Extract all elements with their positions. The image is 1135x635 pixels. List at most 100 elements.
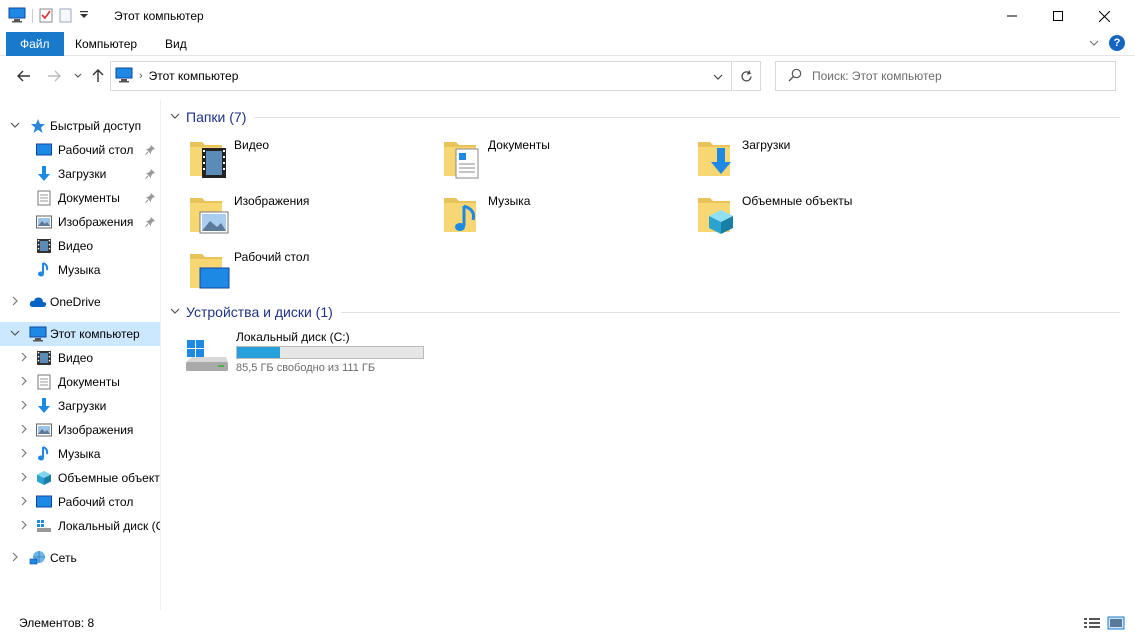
chevron-down-icon[interactable]	[170, 112, 184, 123]
group-header-devices[interactable]: Устройства и диски (1)	[170, 302, 1120, 322]
sidebar-item-videos[interactable]: Видео	[0, 234, 160, 258]
navigation-bar: › Этот компьютер Поиск: Этот компьютер	[0, 56, 1135, 96]
folder-tile-3d-objects[interactable]: Объемные объекты	[696, 192, 946, 242]
sidebar-item-quick-access[interactable]: Быстрый доступ	[0, 114, 160, 138]
back-button[interactable]	[14, 66, 34, 86]
folder-desktop-icon	[190, 254, 230, 289]
folder-label: Музыка	[488, 194, 531, 208]
sidebar-item-downloads[interactable]: Загрузки	[0, 162, 160, 186]
properties-icon[interactable]	[39, 7, 53, 26]
help-icon[interactable]: ?	[1109, 35, 1125, 51]
chevron-right-icon[interactable]	[18, 472, 30, 485]
quick-access-toolbar	[8, 6, 89, 26]
address-bar[interactable]: › Этот компьютер	[110, 61, 732, 91]
folder-tile-documents[interactable]: Документы	[442, 136, 692, 186]
large-icons-view-icon[interactable]	[1107, 616, 1125, 633]
sidebar-item-music[interactable]: Музыка	[0, 258, 160, 282]
sidebar-item-label: Загрузки	[58, 167, 107, 181]
folder-tile-music[interactable]: Музыка	[442, 192, 692, 242]
computer-icon[interactable]	[8, 7, 26, 26]
folder-tile-desktop[interactable]: Рабочий стол	[188, 248, 438, 298]
folder-3d-objects-icon	[698, 198, 733, 234]
sidebar-item-pc-desktop[interactable]: Рабочий стол	[0, 490, 160, 514]
search-input[interactable]: Поиск: Этот компьютер	[812, 69, 942, 83]
refresh-button[interactable]	[733, 61, 761, 91]
sidebar-item-onedrive[interactable]: OneDrive	[0, 290, 160, 314]
sidebar-item-documents[interactable]: Документы	[0, 186, 160, 210]
sidebar-item-label: Документы	[58, 191, 120, 205]
sidebar-item-network[interactable]: Сеть	[0, 546, 160, 570]
chevron-right-icon[interactable]	[18, 496, 30, 509]
folder-music-icon	[444, 198, 476, 232]
sidebar-item-pc-music[interactable]: Музыка	[0, 442, 160, 466]
details-view-icon[interactable]	[1083, 616, 1101, 633]
chevron-down-icon[interactable]	[9, 121, 21, 132]
sidebar-item-label: Документы	[58, 375, 120, 389]
folder-tile-pictures[interactable]: Изображения	[188, 192, 438, 242]
chevron-right-icon[interactable]	[18, 376, 30, 389]
divider	[254, 116, 1120, 118]
folder-tile-videos[interactable]: Видео	[188, 136, 438, 186]
group-header-folders[interactable]: Папки (7)	[170, 107, 1120, 127]
expand-ribbon-icon[interactable]	[1089, 36, 1099, 50]
tab-computer[interactable]: Компьютер	[61, 32, 151, 56]
forward-button[interactable]	[44, 66, 64, 86]
chevron-right-icon[interactable]	[18, 352, 30, 365]
chevron-right-icon[interactable]	[18, 424, 30, 437]
breadcrumb[interactable]: Этот компьютер	[149, 69, 239, 83]
computer-icon	[29, 325, 47, 343]
sidebar-item-label: OneDrive	[50, 295, 101, 309]
pin-icon[interactable]	[145, 144, 155, 158]
sidebar-item-label: Быстрый доступ	[50, 119, 142, 133]
sidebar-item-desktop[interactable]: Рабочий стол	[0, 138, 160, 162]
chevron-down-icon[interactable]	[170, 307, 184, 318]
folder-tile-downloads[interactable]: Загрузки	[696, 136, 946, 186]
sidebar-item-pc-3d-objects[interactable]: Объемные объекты	[0, 466, 161, 490]
chevron-down-icon[interactable]	[9, 329, 21, 340]
minimize-button[interactable]	[989, 0, 1035, 32]
drive-icon	[186, 340, 228, 371]
search-box[interactable]: Поиск: Этот компьютер	[775, 61, 1116, 91]
drive-icon	[35, 517, 53, 535]
sidebar-item-label: Объемные объекты	[58, 471, 161, 485]
sidebar-item-label: Музыка	[58, 447, 101, 461]
folder-label: Документы	[488, 138, 550, 152]
drive-tile-local-disk[interactable]: Локальный диск (C:) 85,5 ГБ свободно из …	[184, 328, 444, 378]
sidebar-item-pc-downloads[interactable]: Загрузки	[0, 394, 160, 418]
new-folder-icon[interactable]	[59, 7, 73, 26]
chevron-right-icon[interactable]	[18, 448, 30, 461]
content-pane: Папки (7) Видео Документы Загрузки Изобр…	[162, 100, 1135, 610]
chevron-right-icon[interactable]	[18, 400, 30, 413]
sidebar-item-pictures[interactable]: Изображения	[0, 210, 160, 234]
sidebar-item-pc-videos[interactable]: Видео	[0, 346, 160, 370]
chevron-down-icon[interactable]	[713, 70, 723, 84]
sidebar-item-pc-documents[interactable]: Документы	[0, 370, 160, 394]
folder-label: Видео	[234, 138, 270, 152]
folder-documents-icon	[444, 142, 479, 179]
breadcrumb-chevron-icon[interactable]: ›	[139, 70, 143, 82]
drive-usage-fill	[237, 347, 280, 358]
sidebar-item-pc-local-disk[interactable]: Локальный диск (C:)	[0, 514, 160, 538]
customize-toolbar-icon[interactable]	[79, 9, 89, 23]
maximize-button[interactable]	[1035, 0, 1081, 32]
chevron-right-icon[interactable]	[18, 520, 30, 533]
tab-file[interactable]: Файл	[6, 32, 64, 56]
sidebar-item-this-pc[interactable]: Этот компьютер	[0, 322, 160, 346]
pin-icon[interactable]	[145, 168, 155, 182]
close-button[interactable]	[1081, 0, 1127, 32]
sidebar-item-pc-pictures[interactable]: Изображения	[0, 418, 160, 442]
drive-label: Локальный диск (C:)	[236, 330, 350, 344]
tab-view[interactable]: Вид	[151, 32, 201, 56]
chevron-right-icon[interactable]	[9, 552, 21, 565]
drive-usage-bar	[236, 346, 424, 359]
title-bar: Этот компьютер	[0, 0, 1135, 32]
pin-icon[interactable]	[145, 192, 155, 206]
pin-icon[interactable]	[145, 216, 155, 230]
status-bar: Элементов: 8	[0, 610, 1135, 635]
desktop-icon	[35, 493, 53, 511]
recent-locations-button[interactable]	[68, 66, 88, 86]
cloud-icon	[29, 293, 47, 311]
chevron-right-icon[interactable]	[9, 296, 21, 309]
up-button[interactable]	[88, 66, 108, 86]
film-icon	[35, 237, 53, 255]
